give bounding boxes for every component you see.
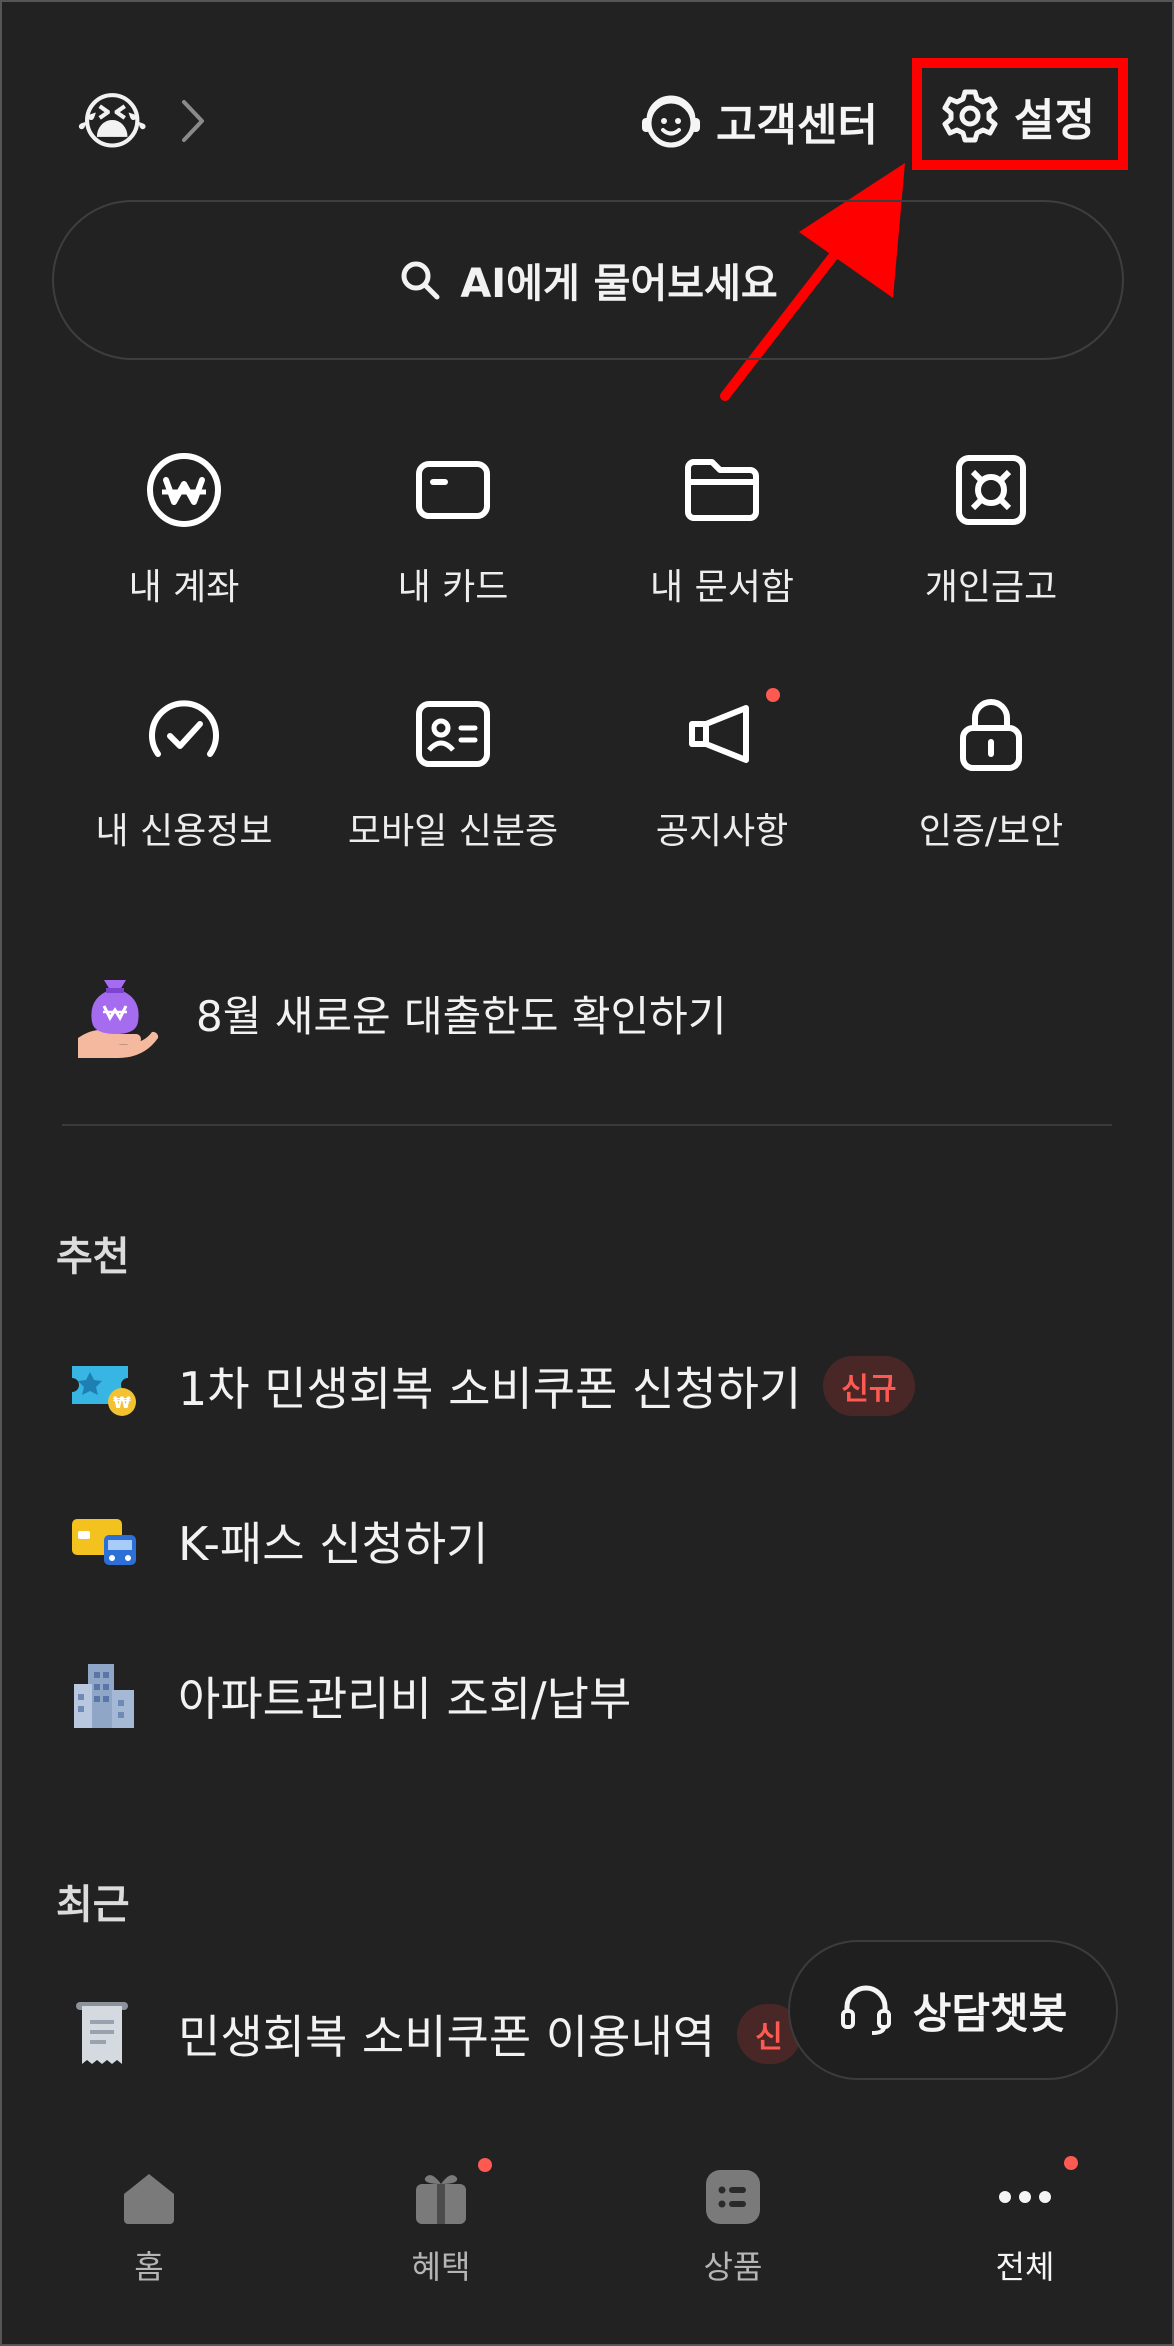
recommend-item-label: 1차 민생회복 소비쿠폰 신청하기 [178, 1362, 802, 1416]
recommend-item-coupon[interactable]: ₩ 1차 민생회복 소비쿠폰 신청하기 신규 [68, 1350, 915, 1422]
gift-icon [416, 2175, 466, 2224]
folder-icon [685, 459, 759, 521]
megaphone-icon [689, 705, 749, 763]
grid-credit-info[interactable]: 내 신용정보 [49, 692, 319, 854]
more-icon [999, 2191, 1051, 2203]
nav-home[interactable]: 홈 [59, 2166, 239, 2288]
new-dot [766, 688, 780, 702]
card-icon [416, 461, 490, 519]
grid-label: 내 문서함 [650, 567, 794, 608]
customer-center-label: 고객센터 [716, 100, 878, 151]
grid-label: 인증/보안 [918, 811, 1064, 852]
loan-limit-banner[interactable]: 8월 새로운 대출한도 확인하기 [70, 968, 726, 1058]
banner-text: 8월 새로운 대출한도 확인하기 [196, 991, 727, 1041]
customer-center-button[interactable]: 고객센터 [640, 86, 878, 156]
grid-label: 개인금고 [924, 567, 1058, 608]
receipt-icon [76, 2002, 128, 2064]
nav-all[interactable]: 전체 [935, 2166, 1115, 2288]
nav-label: 전체 [995, 2248, 1055, 2286]
grid-label: 내 계좌 [128, 567, 240, 608]
grid-label: 모바일 신분증 [347, 811, 559, 852]
money-bag-icon [78, 980, 159, 1058]
recent-item-coupon-history[interactable]: 민생회복 소비쿠폰 이용내역 신 [68, 1998, 801, 2070]
safe-icon [956, 455, 1026, 525]
recommend-section-title: 추천 [56, 1234, 130, 1280]
search-placeholder: AI에게 물어보세요 [460, 261, 778, 307]
nav-products[interactable]: 상품 [643, 2166, 823, 2288]
grid-label: 내 신용정보 [95, 811, 273, 852]
grid-my-documents[interactable]: 내 문서함 [587, 448, 857, 610]
recent-item-label: 민생회복 소비쿠폰 이용내역 [178, 2010, 716, 2064]
chatbot-label: 상담챗봇 [912, 1988, 1068, 2038]
nav-benefits[interactable]: 혜택 [351, 2166, 531, 2288]
grid-label: 내 카드 [397, 567, 509, 608]
section-divider [62, 1124, 1112, 1126]
new-dot [1064, 2156, 1078, 2170]
recommend-item-kpass[interactable]: K-패스 신청하기 [68, 1505, 488, 1577]
lock-icon [960, 699, 1022, 771]
nav-label: 홈 [134, 2248, 164, 2286]
coupon-icon: ₩ [72, 1366, 136, 1416]
grid-label: 공지사항 [655, 811, 789, 852]
recommend-item-label: K-패스 신청하기 [178, 1517, 489, 1571]
nav-label: 상품 [703, 2248, 763, 2286]
search-icon [401, 261, 440, 300]
grid-my-account[interactable]: 내 계좌 [49, 448, 319, 610]
grid-auth-security[interactable]: 인증/보안 [856, 692, 1126, 854]
settings-button[interactable]: 설정 [942, 86, 1095, 146]
gear-icon [942, 89, 998, 143]
chevron-right-icon[interactable] [178, 96, 208, 146]
recent-section-title: 최근 [56, 1882, 130, 1928]
transit-card-icon [72, 1519, 136, 1565]
won-circle-icon [147, 453, 221, 527]
grid-notices[interactable]: 공지사항 [587, 692, 857, 854]
svg-text:₩: ₩ [113, 1393, 131, 1412]
apartment-icon [74, 1664, 134, 1728]
grid-personal-safe[interactable]: 개인금고 [856, 448, 1126, 610]
settings-label: 설정 [1014, 95, 1095, 146]
id-card-icon [416, 701, 490, 767]
nav-label: 혜택 [411, 2248, 471, 2286]
recommend-item-label: 아파트관리비 조회/납부 [178, 1672, 632, 1726]
ai-search-bar[interactable]: AI에게 물어보세요 [52, 200, 1124, 360]
grid-mobile-id[interactable]: 모바일 신분증 [318, 692, 588, 854]
credit-check-icon [149, 700, 219, 757]
grid-my-card[interactable]: 내 카드 [318, 448, 588, 610]
headset-icon [840, 1985, 891, 2035]
list-icon [706, 2170, 760, 2224]
home-icon [124, 2174, 174, 2224]
new-dot [478, 2158, 492, 2172]
profile-avatar[interactable]: 😭 [76, 84, 152, 160]
new-badge: 신규 [823, 1356, 915, 1416]
chatbot-button[interactable]: 상담챗봇 [788, 1940, 1118, 2080]
smiley-headset-icon [642, 95, 700, 148]
recommend-item-apartment[interactable]: 아파트관리비 조회/납부 [68, 1660, 631, 1732]
